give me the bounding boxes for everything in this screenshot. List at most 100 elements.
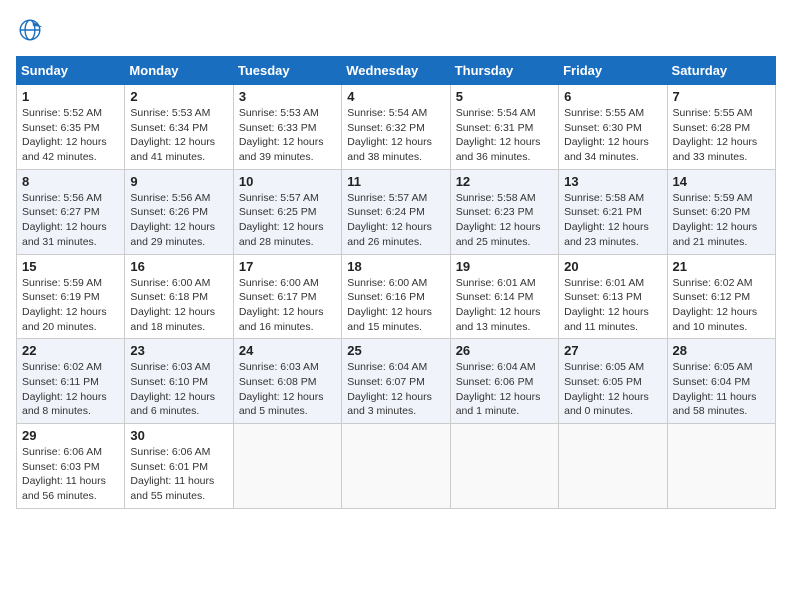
day-info: Sunrise: 5:52 AM Sunset: 6:35 PM Dayligh…	[22, 106, 119, 165]
calendar-cell	[667, 424, 775, 509]
logo	[16, 16, 48, 44]
calendar-week-row: 15 Sunrise: 5:59 AM Sunset: 6:19 PM Dayl…	[17, 254, 776, 339]
page-header	[16, 16, 776, 44]
day-number: 12	[456, 174, 553, 189]
calendar-cell: 9 Sunrise: 5:56 AM Sunset: 6:26 PM Dayli…	[125, 169, 233, 254]
day-info: Sunrise: 5:59 AM Sunset: 6:19 PM Dayligh…	[22, 276, 119, 335]
calendar-cell	[559, 424, 667, 509]
day-info: Sunrise: 6:05 AM Sunset: 6:04 PM Dayligh…	[673, 360, 770, 419]
day-number: 4	[347, 89, 444, 104]
day-info: Sunrise: 6:06 AM Sunset: 6:01 PM Dayligh…	[130, 445, 227, 504]
day-info: Sunrise: 6:03 AM Sunset: 6:10 PM Dayligh…	[130, 360, 227, 419]
calendar-cell	[342, 424, 450, 509]
day-info: Sunrise: 5:56 AM Sunset: 6:26 PM Dayligh…	[130, 191, 227, 250]
calendar-cell	[233, 424, 341, 509]
day-info: Sunrise: 5:54 AM Sunset: 6:31 PM Dayligh…	[456, 106, 553, 165]
calendar-cell: 6 Sunrise: 5:55 AM Sunset: 6:30 PM Dayli…	[559, 85, 667, 170]
day-number: 25	[347, 343, 444, 358]
day-number: 16	[130, 259, 227, 274]
day-number: 29	[22, 428, 119, 443]
calendar-cell: 11 Sunrise: 5:57 AM Sunset: 6:24 PM Dayl…	[342, 169, 450, 254]
day-number: 8	[22, 174, 119, 189]
calendar-cell: 1 Sunrise: 5:52 AM Sunset: 6:35 PM Dayli…	[17, 85, 125, 170]
calendar-cell: 12 Sunrise: 5:58 AM Sunset: 6:23 PM Dayl…	[450, 169, 558, 254]
day-info: Sunrise: 5:57 AM Sunset: 6:25 PM Dayligh…	[239, 191, 336, 250]
day-info: Sunrise: 6:01 AM Sunset: 6:13 PM Dayligh…	[564, 276, 661, 335]
day-info: Sunrise: 5:55 AM Sunset: 6:30 PM Dayligh…	[564, 106, 661, 165]
day-info: Sunrise: 6:00 AM Sunset: 6:17 PM Dayligh…	[239, 276, 336, 335]
day-number: 21	[673, 259, 770, 274]
calendar-cell: 15 Sunrise: 5:59 AM Sunset: 6:19 PM Dayl…	[17, 254, 125, 339]
day-number: 18	[347, 259, 444, 274]
calendar-cell: 10 Sunrise: 5:57 AM Sunset: 6:25 PM Dayl…	[233, 169, 341, 254]
day-number: 22	[22, 343, 119, 358]
day-number: 10	[239, 174, 336, 189]
day-info: Sunrise: 6:00 AM Sunset: 6:16 PM Dayligh…	[347, 276, 444, 335]
day-info: Sunrise: 5:57 AM Sunset: 6:24 PM Dayligh…	[347, 191, 444, 250]
day-info: Sunrise: 6:02 AM Sunset: 6:11 PM Dayligh…	[22, 360, 119, 419]
day-number: 20	[564, 259, 661, 274]
day-number: 11	[347, 174, 444, 189]
column-header-monday: Monday	[125, 57, 233, 85]
day-number: 23	[130, 343, 227, 358]
day-number: 17	[239, 259, 336, 274]
day-info: Sunrise: 6:01 AM Sunset: 6:14 PM Dayligh…	[456, 276, 553, 335]
calendar-cell: 19 Sunrise: 6:01 AM Sunset: 6:14 PM Dayl…	[450, 254, 558, 339]
calendar-week-row: 1 Sunrise: 5:52 AM Sunset: 6:35 PM Dayli…	[17, 85, 776, 170]
day-number: 14	[673, 174, 770, 189]
day-number: 30	[130, 428, 227, 443]
calendar-cell: 27 Sunrise: 6:05 AM Sunset: 6:05 PM Dayl…	[559, 339, 667, 424]
day-number: 24	[239, 343, 336, 358]
calendar-cell: 25 Sunrise: 6:04 AM Sunset: 6:07 PM Dayl…	[342, 339, 450, 424]
day-number: 27	[564, 343, 661, 358]
calendar-cell: 18 Sunrise: 6:00 AM Sunset: 6:16 PM Dayl…	[342, 254, 450, 339]
day-number: 28	[673, 343, 770, 358]
day-info: Sunrise: 5:53 AM Sunset: 6:33 PM Dayligh…	[239, 106, 336, 165]
calendar-cell: 21 Sunrise: 6:02 AM Sunset: 6:12 PM Dayl…	[667, 254, 775, 339]
calendar-cell: 24 Sunrise: 6:03 AM Sunset: 6:08 PM Dayl…	[233, 339, 341, 424]
day-info: Sunrise: 6:04 AM Sunset: 6:07 PM Dayligh…	[347, 360, 444, 419]
day-number: 13	[564, 174, 661, 189]
day-info: Sunrise: 6:04 AM Sunset: 6:06 PM Dayligh…	[456, 360, 553, 419]
column-header-saturday: Saturday	[667, 57, 775, 85]
column-header-wednesday: Wednesday	[342, 57, 450, 85]
calendar-cell: 29 Sunrise: 6:06 AM Sunset: 6:03 PM Dayl…	[17, 424, 125, 509]
calendar-week-row: 22 Sunrise: 6:02 AM Sunset: 6:11 PM Dayl…	[17, 339, 776, 424]
day-number: 15	[22, 259, 119, 274]
day-info: Sunrise: 5:58 AM Sunset: 6:23 PM Dayligh…	[456, 191, 553, 250]
calendar-cell: 3 Sunrise: 5:53 AM Sunset: 6:33 PM Dayli…	[233, 85, 341, 170]
calendar-cell	[450, 424, 558, 509]
calendar-cell: 4 Sunrise: 5:54 AM Sunset: 6:32 PM Dayli…	[342, 85, 450, 170]
calendar-header-row: SundayMondayTuesdayWednesdayThursdayFrid…	[17, 57, 776, 85]
day-info: Sunrise: 5:54 AM Sunset: 6:32 PM Dayligh…	[347, 106, 444, 165]
column-header-thursday: Thursday	[450, 57, 558, 85]
calendar-week-row: 29 Sunrise: 6:06 AM Sunset: 6:03 PM Dayl…	[17, 424, 776, 509]
calendar-cell: 5 Sunrise: 5:54 AM Sunset: 6:31 PM Dayli…	[450, 85, 558, 170]
day-info: Sunrise: 6:05 AM Sunset: 6:05 PM Dayligh…	[564, 360, 661, 419]
calendar-cell: 28 Sunrise: 6:05 AM Sunset: 6:04 PM Dayl…	[667, 339, 775, 424]
calendar-cell: 14 Sunrise: 5:59 AM Sunset: 6:20 PM Dayl…	[667, 169, 775, 254]
day-number: 1	[22, 89, 119, 104]
day-info: Sunrise: 5:53 AM Sunset: 6:34 PM Dayligh…	[130, 106, 227, 165]
day-number: 3	[239, 89, 336, 104]
column-header-sunday: Sunday	[17, 57, 125, 85]
day-info: Sunrise: 5:55 AM Sunset: 6:28 PM Dayligh…	[673, 106, 770, 165]
calendar-cell: 8 Sunrise: 5:56 AM Sunset: 6:27 PM Dayli…	[17, 169, 125, 254]
calendar-cell: 26 Sunrise: 6:04 AM Sunset: 6:06 PM Dayl…	[450, 339, 558, 424]
calendar-table: SundayMondayTuesdayWednesdayThursdayFrid…	[16, 56, 776, 509]
day-number: 2	[130, 89, 227, 104]
day-info: Sunrise: 6:06 AM Sunset: 6:03 PM Dayligh…	[22, 445, 119, 504]
day-number: 26	[456, 343, 553, 358]
calendar-cell: 20 Sunrise: 6:01 AM Sunset: 6:13 PM Dayl…	[559, 254, 667, 339]
calendar-cell: 23 Sunrise: 6:03 AM Sunset: 6:10 PM Dayl…	[125, 339, 233, 424]
day-number: 6	[564, 89, 661, 104]
day-number: 7	[673, 89, 770, 104]
column-header-friday: Friday	[559, 57, 667, 85]
day-number: 9	[130, 174, 227, 189]
logo-icon	[16, 16, 44, 44]
calendar-cell: 30 Sunrise: 6:06 AM Sunset: 6:01 PM Dayl…	[125, 424, 233, 509]
calendar-cell: 7 Sunrise: 5:55 AM Sunset: 6:28 PM Dayli…	[667, 85, 775, 170]
calendar-week-row: 8 Sunrise: 5:56 AM Sunset: 6:27 PM Dayli…	[17, 169, 776, 254]
day-info: Sunrise: 6:03 AM Sunset: 6:08 PM Dayligh…	[239, 360, 336, 419]
calendar-cell: 13 Sunrise: 5:58 AM Sunset: 6:21 PM Dayl…	[559, 169, 667, 254]
